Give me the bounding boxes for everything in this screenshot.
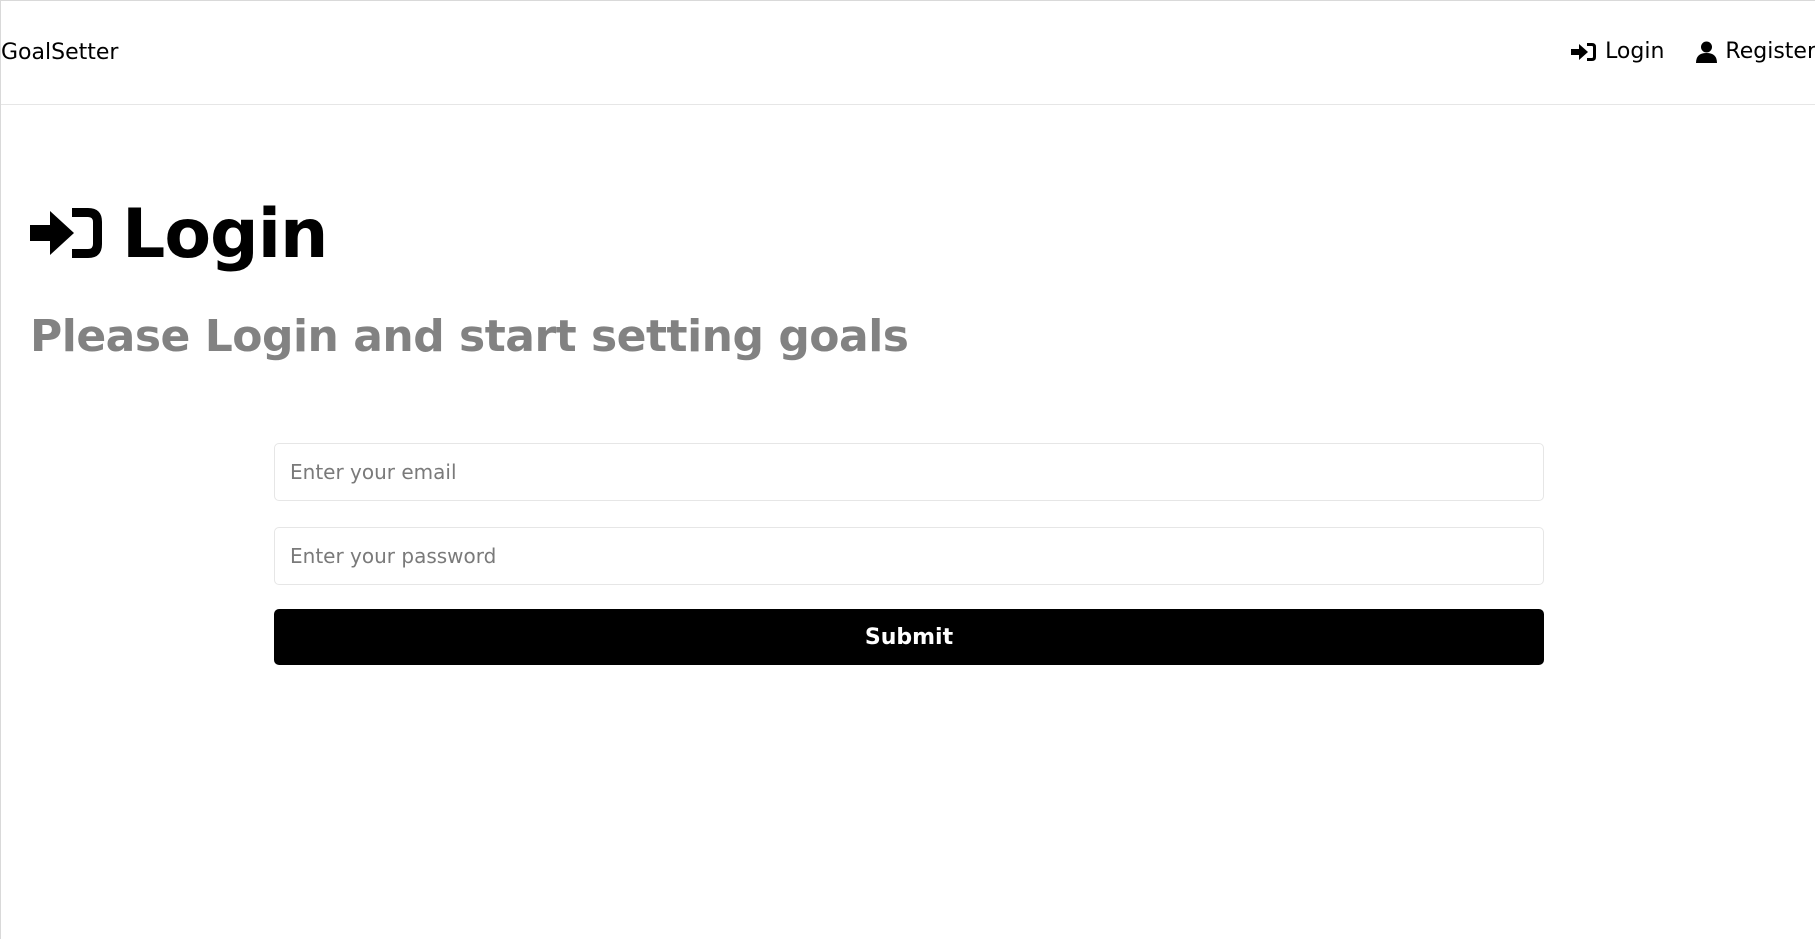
- header: GoalSetter Login Register: [1, 1, 1815, 105]
- sign-in-icon: [1571, 41, 1597, 63]
- page: GoalSetter Login Register Login Please L…: [0, 0, 1815, 939]
- nav-login-link[interactable]: Login: [1571, 37, 1664, 67]
- email-input[interactable]: [274, 443, 1544, 501]
- submit-button[interactable]: Submit: [274, 609, 1544, 665]
- nav-register-label: Register: [1725, 39, 1815, 64]
- page-subtitle: Please Login and start setting goals: [30, 311, 909, 362]
- nav-login-label: Login: [1605, 39, 1665, 64]
- sign-in-icon: [30, 205, 104, 265]
- nav: Login Register: [1571, 37, 1815, 67]
- login-form: Submit: [274, 443, 1544, 665]
- user-icon: [1696, 41, 1718, 63]
- page-title: Login: [122, 195, 328, 274]
- page-heading: Login: [30, 195, 328, 275]
- nav-register-link[interactable]: Register: [1696, 37, 1815, 67]
- password-input[interactable]: [274, 527, 1544, 585]
- brand-link[interactable]: GoalSetter: [1, 39, 118, 67]
